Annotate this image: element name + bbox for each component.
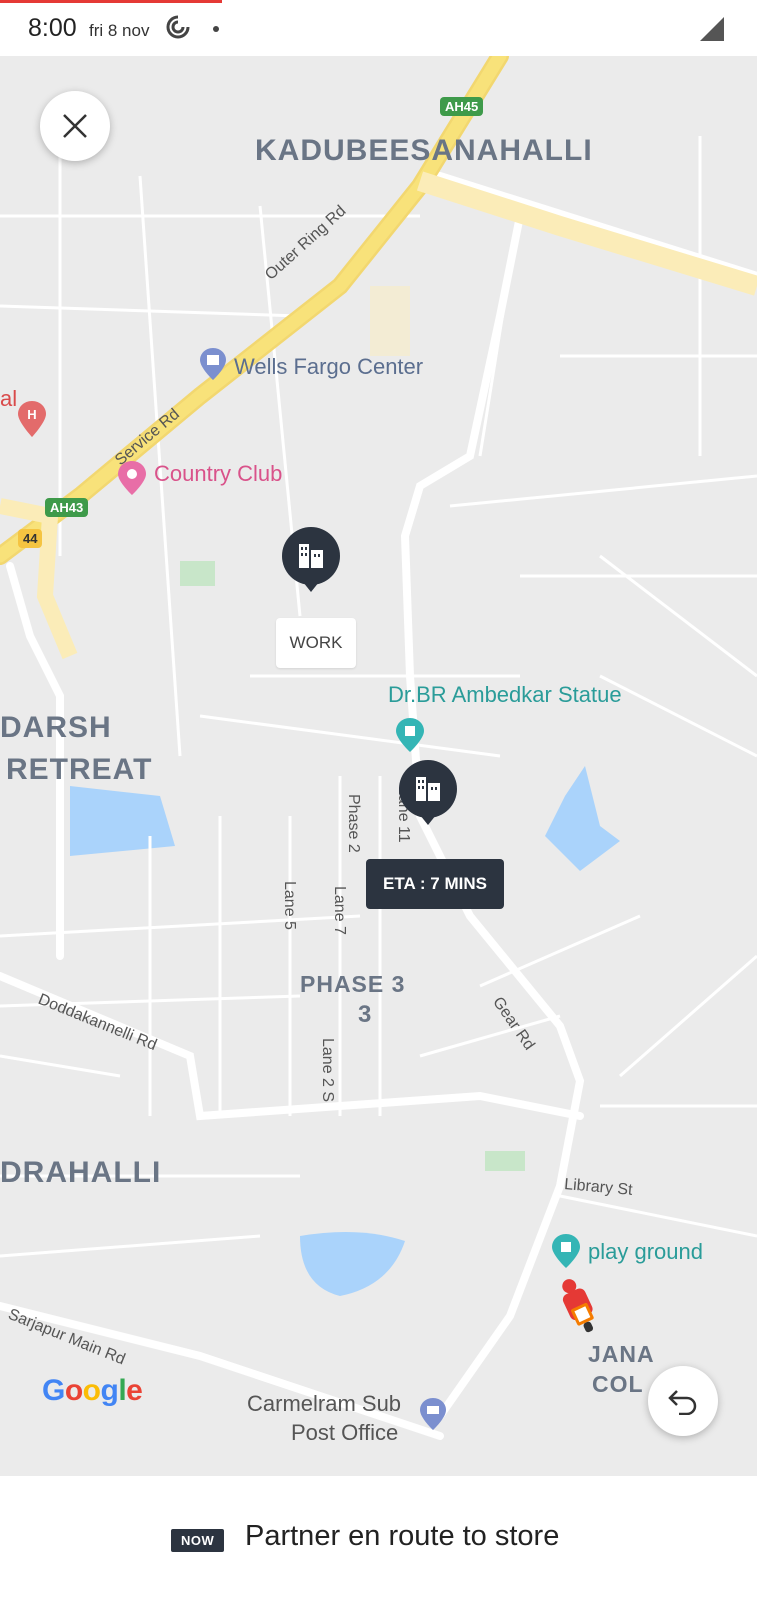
status-date: fri 8 nov (89, 21, 150, 40)
highway-shield-ah43: AH43 (45, 498, 89, 517)
poi-label-carmelram-line2[interactable]: Post Office (291, 1420, 398, 1446)
street-label-lane2s: Lane 2 S (319, 1038, 336, 1103)
signal-icon (700, 17, 724, 46)
eta-label: ETA : 7 MINS (366, 859, 504, 909)
close-icon (63, 114, 87, 138)
club-poi-icon (118, 461, 146, 500)
office-poi-icon (200, 348, 226, 385)
undo-arrow-icon (668, 1390, 697, 1415)
street-label-lane5: Lane 5 (281, 881, 298, 930)
area-label-phase3-num: 3 (358, 1001, 373, 1028)
poi-label-hospital-partial: al (0, 386, 18, 411)
delivery-scooter-icon (553, 1276, 605, 1343)
recenter-button[interactable] (648, 1366, 718, 1436)
status-time: 8:00 (28, 14, 77, 42)
poi-label-wells-fargo[interactable]: Wells Fargo Center (234, 354, 423, 380)
highway-shield-ah45: AH45 (440, 97, 484, 116)
google-attribution-logo: Google (42, 1374, 143, 1407)
order-status-panel: NOW Partner en route to store (0, 1476, 757, 1600)
area-label-retreat: RETREAT (6, 753, 153, 786)
sync-icon (166, 14, 190, 45)
poi-label-ambedkar[interactable]: Dr.BR Ambedkar Statue (388, 682, 622, 708)
post-office-poi-icon[interactable] (420, 1398, 446, 1435)
work-label: WORK (276, 618, 356, 668)
store-location-pin[interactable] (398, 759, 458, 829)
area-label-jana: JANA (588, 1341, 655, 1367)
now-badge: NOW (171, 1529, 225, 1552)
order-status-text: Partner en route to store (245, 1520, 560, 1552)
work-location-pin[interactable] (281, 526, 341, 596)
monument-poi-icon[interactable] (396, 718, 424, 757)
area-label-kadubeesanahalli: KADUBEESANAHALLI (255, 134, 593, 167)
street-label-lane7: Lane 7 (331, 886, 348, 935)
hospital-icon[interactable]: H (18, 401, 46, 442)
svg-text:H: H (27, 407, 36, 422)
notification-dot-icon (213, 26, 219, 32)
playground-poi-icon[interactable] (552, 1234, 580, 1273)
progress-line (0, 0, 222, 3)
map-view[interactable]: KADUBEESANAHALLI DARSH RETREAT PHASE 3 3… (0, 56, 757, 1476)
poi-label-country-club[interactable]: Country Club (154, 461, 282, 487)
highway-shield-44: 44 (18, 529, 43, 548)
area-label-col: COL (592, 1371, 644, 1397)
street-label-phase2: Phase 2 (345, 794, 362, 853)
poi-label-carmelram-line1[interactable]: Carmelram Sub (247, 1391, 401, 1417)
area-label-darsh: DARSH (0, 711, 112, 744)
poi-label-play-ground[interactable]: play ground (588, 1239, 703, 1265)
status-bar: 8:00 fri 8 nov (0, 0, 757, 56)
area-label-drahalli: DRAHALLI (0, 1156, 162, 1189)
area-label-phase3: PHASE 3 (300, 971, 406, 997)
close-button[interactable] (40, 91, 110, 161)
